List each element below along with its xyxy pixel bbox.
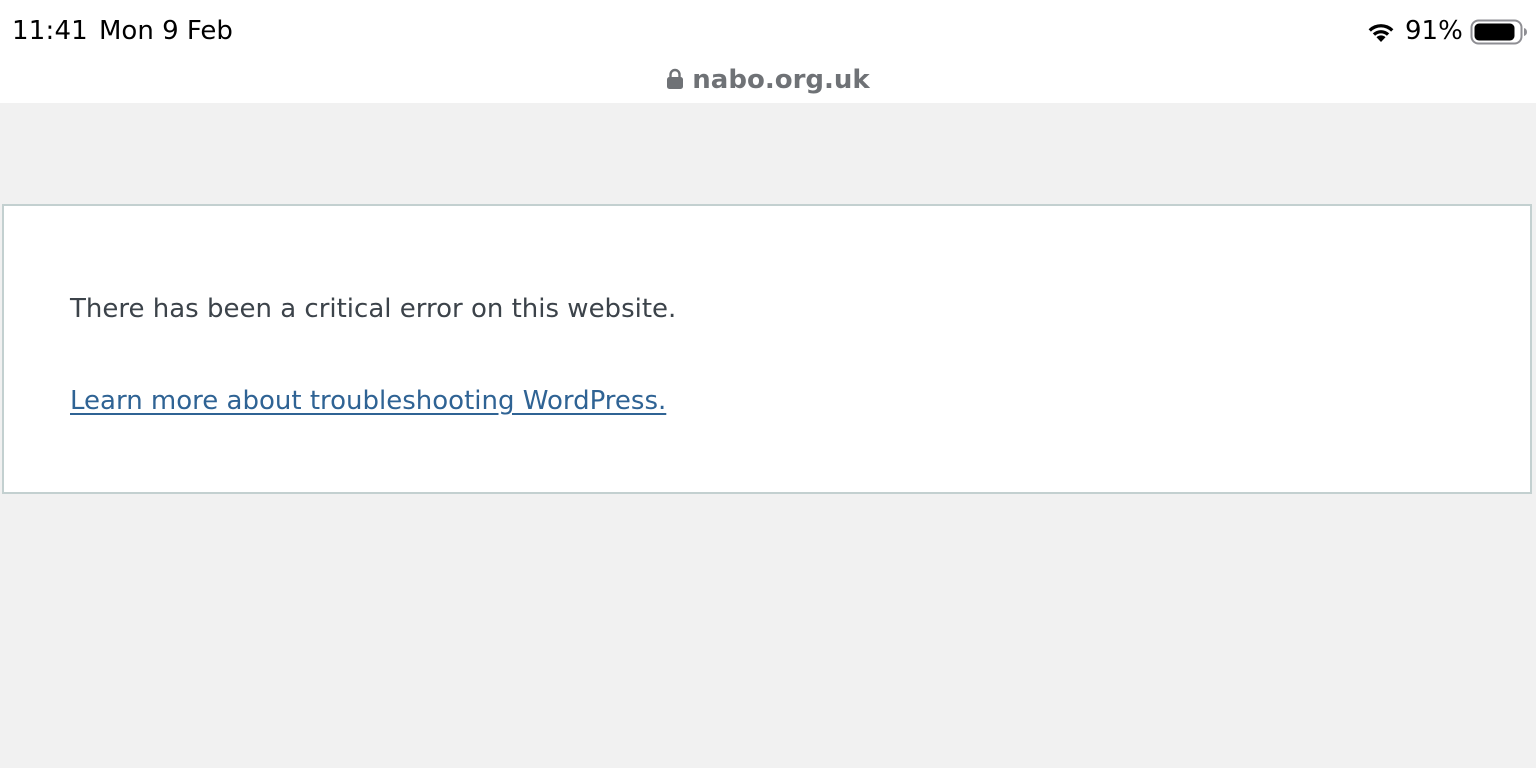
url-text: nabo.org.uk [692,65,870,95]
error-message: There has been a critical error on this … [70,294,677,324]
troubleshooting-link[interactable]: Learn more about troubleshooting WordPre… [70,384,666,418]
status-bar: 11:41 Mon 9 Feb 91% [0,0,1536,64]
address-bar[interactable]: nabo.org.uk [0,60,1536,100]
wifi-icon [1368,24,1394,42]
lock-icon [667,68,684,89]
error-message-box: There has been a critical error on this … [2,204,1532,494]
browser-chrome: 11:41 Mon 9 Feb 91% nabo.org.uk [0,0,1536,103]
battery-icon [1470,19,1527,45]
status-date: Mon 9 Feb [99,16,233,46]
status-time: 11:41 [12,16,88,46]
battery-percentage: 91% [1405,16,1463,46]
